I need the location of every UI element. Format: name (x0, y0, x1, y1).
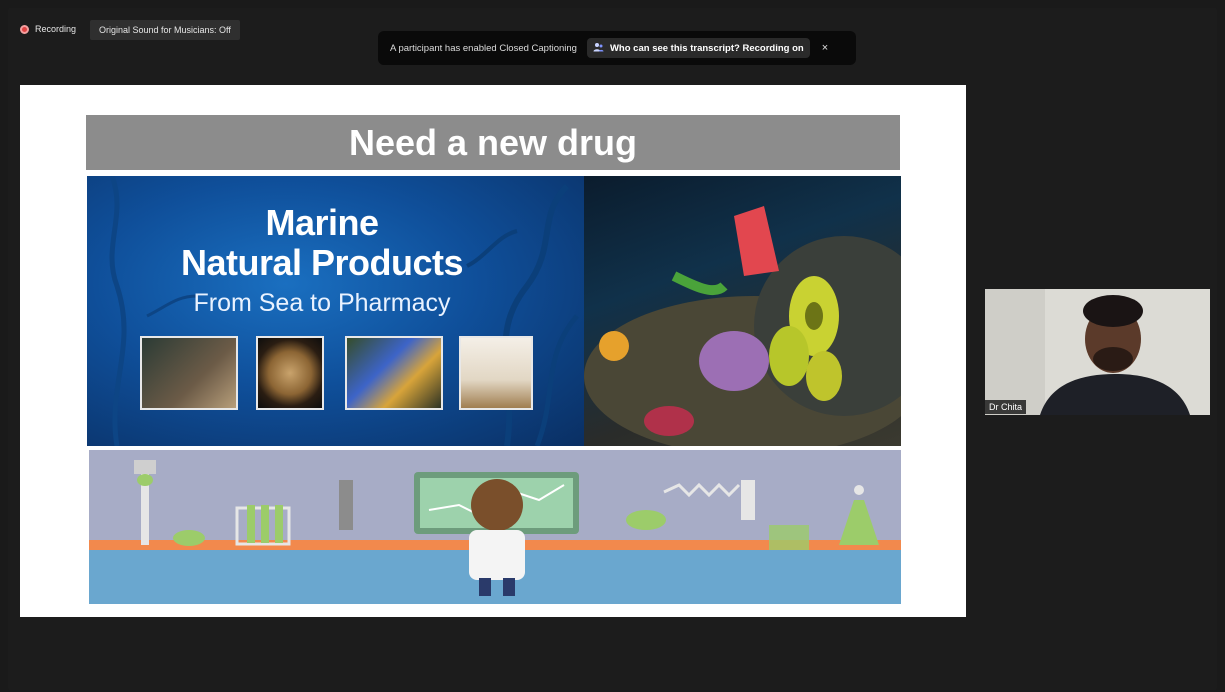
marine-natural-products-image: Marine Natural Products From Sea to Phar… (87, 176, 584, 446)
close-icon[interactable]: × (822, 42, 828, 54)
marine-title-line1: Marine (265, 202, 379, 243)
original-sound-button[interactable]: Original Sound for Musicians: Off (90, 20, 240, 40)
shared-screen-slide: Need a new drug Marine Natural Products … (20, 85, 966, 617)
marine-organisms-photo (345, 336, 443, 410)
meeting-window: Recording Original Sound for Musicians: … (0, 0, 1225, 692)
marine-subtitle: From Sea to Pharmacy (193, 289, 451, 317)
people-icon (593, 42, 604, 55)
diver-photo (140, 336, 238, 410)
closed-caption-banner: A participant has enabled Closed Caption… (378, 31, 856, 65)
participant-name-label: Dr Chita (985, 400, 1027, 414)
transcript-visibility-button[interactable]: Who can see this transcript? Recording o… (586, 38, 810, 58)
slide-title: Need a new drug (86, 115, 900, 170)
coral-reef-image (584, 176, 901, 446)
marine-title-line2: Natural Products (180, 242, 464, 283)
petri-dish-photo (256, 336, 324, 410)
participant-video-feed (985, 289, 1210, 415)
laboratory-illustration (89, 450, 901, 604)
scientist-lab-illustration (89, 460, 901, 604)
coral-reef-illustration (584, 206, 901, 446)
recording-label: Recording (35, 24, 77, 34)
transcript-visibility-label: Who can see this transcript? Recording o… (609, 42, 804, 54)
original-sound-label: Original Sound for Musicians: Off (99, 25, 231, 35)
caption-message: A participant has enabled Closed Caption… (390, 42, 577, 54)
pharmacy-bottles-photo (459, 336, 533, 410)
record-icon (20, 24, 29, 34)
participant-video-tile[interactable]: Dr Chita (985, 289, 1210, 415)
recording-indicator[interactable]: Recording (20, 20, 76, 38)
